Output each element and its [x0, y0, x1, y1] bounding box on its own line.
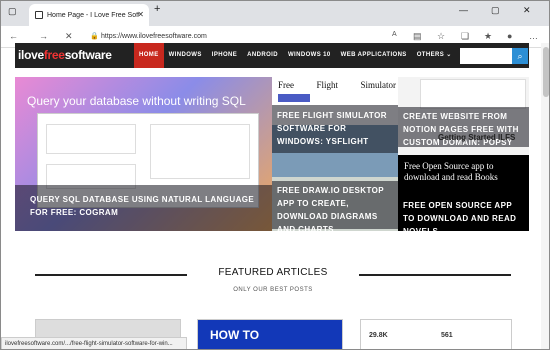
favorites-icon[interactable]: ☆	[437, 31, 445, 42]
card-caption: FREE OPEN SOURCE APP TO DOWNLOAD AND REA…	[398, 197, 529, 231]
logo-part-software: software	[64, 48, 112, 62]
hero-grid: Query your database without writing SQL …	[15, 77, 529, 231]
image-title-word: Simulator	[360, 80, 396, 90]
lock-icon: 🔒	[90, 33, 99, 40]
nav-home[interactable]: HOME	[134, 43, 164, 68]
nav-windows-10[interactable]: WINDOWS 10	[283, 43, 336, 68]
card-banner-text: Query your database without writing SQL	[27, 94, 246, 108]
active-tab[interactable]: Home Page - I Love Free Software ✕	[29, 4, 149, 26]
nav-android[interactable]: ANDROID	[242, 43, 283, 68]
favorites-bar-icon[interactable]: ★	[484, 31, 492, 42]
image-title-word: Flight	[316, 80, 338, 90]
site-logo[interactable]: ilovefreesoftware	[18, 48, 112, 62]
nav-others[interactable]: OTHERS ⌄	[412, 43, 457, 68]
card-caption: FREE FLIGHT SIMULATOR SOFTWARE FOR WINDO…	[272, 105, 398, 153]
collections-icon[interactable]: ❏	[461, 31, 469, 42]
featured-card-popsy[interactable]: CREATE WEBSITE FROM NOTION PAGES FREE WI…	[398, 77, 529, 155]
logo-part-free: free	[43, 48, 65, 62]
settings-more-icon[interactable]: …	[529, 31, 538, 41]
back-icon[interactable]: ←	[9, 31, 18, 41]
search-icon: ⌕	[517, 51, 523, 61]
card-image-tag: Getting Started ILFS	[438, 133, 516, 142]
card-image	[420, 79, 526, 109]
image-title-word: Free	[278, 80, 294, 90]
status-bar: ilovefreesoftware.com/.../free-flight-si…	[1, 337, 187, 349]
site-header: ilovefreesoftware HOME WINDOWS IPHONE AN…	[15, 43, 529, 68]
search-input[interactable]	[460, 48, 512, 64]
article-thumbnail[interactable]: HOW TO	[197, 319, 343, 349]
card-caption: QUERY SQL DATABASE USING NATURAL LANGUAG…	[15, 185, 272, 231]
nav-windows[interactable]: WINDOWS	[164, 43, 207, 68]
thumbnail-stat: 29.8K	[369, 332, 388, 339]
thumbnail-text: HOW TO	[210, 328, 260, 342]
ysflight-logo	[278, 94, 310, 102]
article-thumbnail[interactable]: 29.8K 561	[360, 319, 512, 349]
stop-icon[interactable]: ✕	[65, 31, 73, 42]
card-caption-text: QUERY SQL DATABASE USING NATURAL LANGUAG…	[30, 195, 255, 217]
tab-close-icon[interactable]: ✕	[137, 10, 144, 19]
card-caption-text: FREE FLIGHT SIMULATOR SOFTWARE FOR WINDO…	[277, 111, 387, 146]
logo-part-ilove: ilove	[18, 48, 44, 62]
card-caption-text: CREATE WEBSITE FROM NOTION PAGES FREE WI…	[403, 112, 519, 147]
read-aloud-icon[interactable]: A	[392, 31, 397, 38]
section-title: FEATURED ARTICLES	[218, 267, 328, 278]
card-caption: FREE DRAW.IO DESKTOP APP TO CREATE, DOWN…	[272, 181, 398, 231]
card-image-title: Free Flight Simulator	[278, 80, 396, 90]
scrollbar-thumb[interactable]	[543, 47, 549, 97]
nav-others-label: OTHERS	[416, 52, 445, 58]
card-caption-text: FREE DRAW.IO DESKTOP APP TO CREATE, DOWN…	[277, 186, 384, 231]
tab-title: Home Page - I Love Free Software	[47, 11, 139, 19]
minimize-button[interactable]: —	[459, 5, 468, 15]
profile-icon[interactable]: ●	[507, 31, 512, 41]
nav-web-applications[interactable]: WEB APPLICATIONS	[336, 43, 412, 68]
split-screen-icon[interactable]: ▤	[413, 31, 422, 42]
forward-icon[interactable]: →	[39, 31, 48, 41]
tab-bar: ▢ Home Page - I Love Free Software ✕ + —…	[1, 1, 549, 26]
featured-card-novels[interactable]: Free Open Source app to download and rea…	[398, 155, 529, 231]
featured-articles-section: FEATURED ARTICLES ONLY OUR BEST POSTS	[35, 267, 511, 297]
maximize-button[interactable]: ▢	[491, 5, 500, 16]
featured-card-drawio[interactable]: FREE DRAW.IO DESKTOP APP TO CREATE, DOWN…	[272, 177, 398, 231]
featured-card-ysflight[interactable]: Free Flight Simulator FREE FLIGHT SIMULA…	[272, 77, 398, 177]
search-button[interactable]: ⌕	[512, 48, 528, 64]
new-tab-button[interactable]: +	[154, 3, 160, 15]
url-text: https://www.ilovefreesoftware.com	[101, 33, 207, 40]
card-image-text: Free Open Source app to download and rea…	[404, 161, 498, 182]
card-caption-text: FREE OPEN SOURCE APP TO DOWNLOAD AND REA…	[403, 201, 517, 231]
nav-iphone[interactable]: IPHONE	[207, 43, 242, 68]
section-subtitle: ONLY OUR BEST POSTS	[233, 287, 313, 293]
featured-card-cogram[interactable]: Query your database without writing SQL …	[15, 77, 272, 231]
window-close-button[interactable]: ✕	[523, 5, 531, 16]
chevron-down-icon: ⌄	[446, 52, 452, 58]
window-menu-icon[interactable]: ▢	[8, 6, 17, 17]
favicon-icon	[35, 11, 43, 19]
browser-window: ▢ Home Page - I Love Free Software ✕ + —…	[0, 0, 550, 350]
thumbnail-stat: 561	[441, 332, 453, 339]
main-nav: HOME WINDOWS IPHONE ANDROID WINDOWS 10 W…	[134, 43, 457, 68]
